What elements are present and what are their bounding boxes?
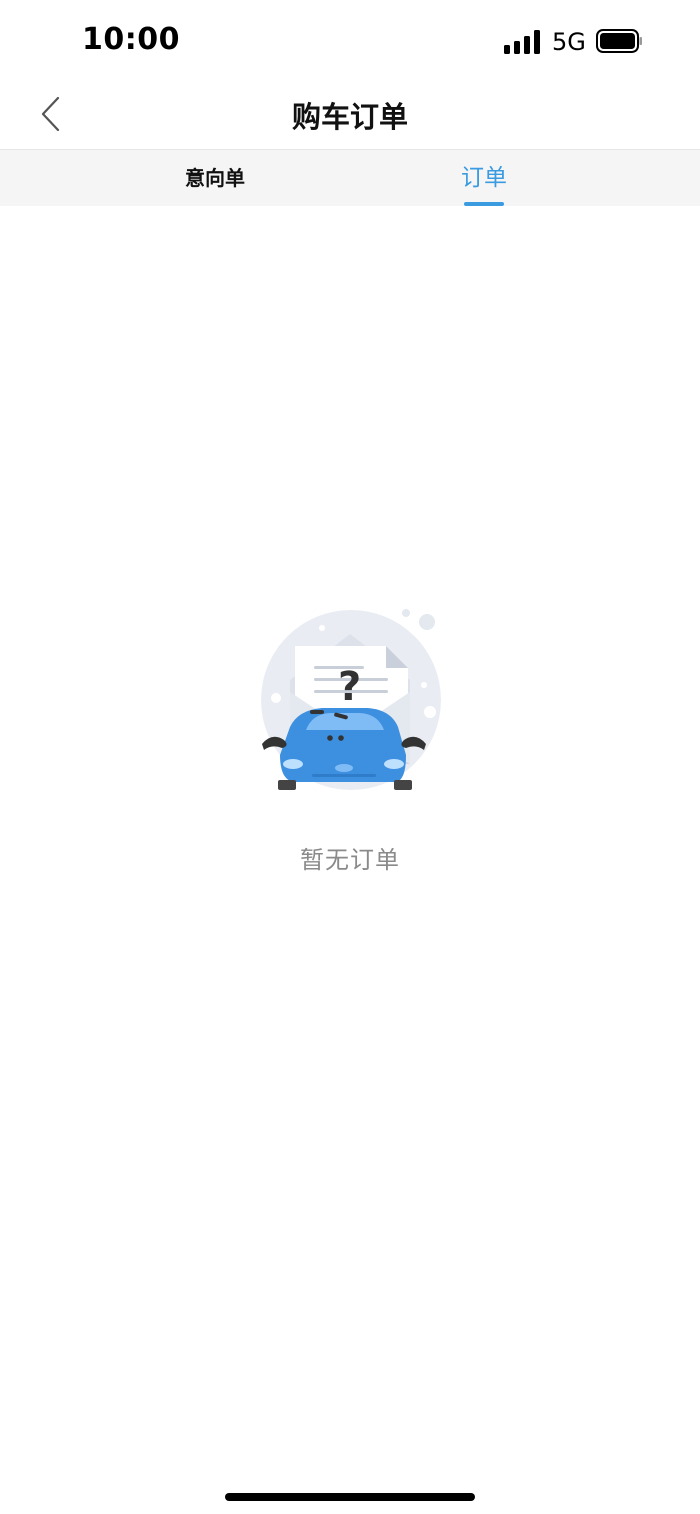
tab-label: 意向单 bbox=[185, 166, 245, 190]
empty-state-message: 暂无订单 bbox=[300, 846, 400, 874]
tab-intent-orders[interactable]: 意向单 bbox=[115, 150, 315, 206]
tab-label: 订单 bbox=[461, 165, 507, 191]
tab-orders[interactable]: 订单 bbox=[384, 150, 584, 206]
network-label: 5G bbox=[552, 28, 586, 56]
battery-icon bbox=[596, 29, 642, 53]
page-title: 购车订单 bbox=[291, 100, 408, 134]
status-bar: 10:00 5G bbox=[0, 0, 700, 80]
signal-icon bbox=[504, 30, 542, 54]
navigation-bar: 购车订单 bbox=[0, 80, 700, 150]
empty-orders-illustration: ? bbox=[261, 609, 441, 790]
status-time: 10:00 bbox=[82, 22, 180, 57]
home-indicator[interactable] bbox=[225, 1493, 475, 1501]
active-tab-indicator bbox=[464, 202, 504, 206]
tab-bar: 意向单 订单 bbox=[0, 150, 700, 206]
svg-text:?: ? bbox=[338, 664, 361, 710]
